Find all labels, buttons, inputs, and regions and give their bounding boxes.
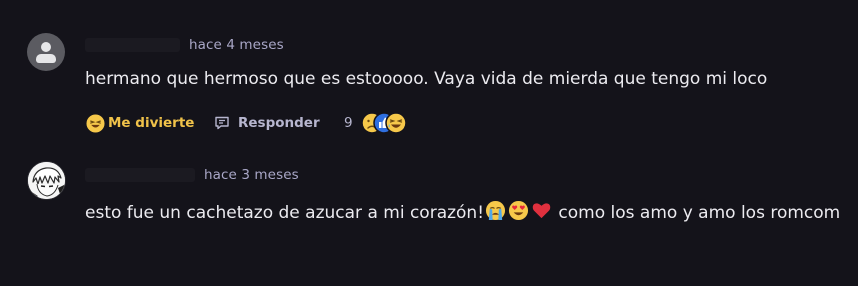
- reply-label: Responder: [238, 115, 320, 131]
- red-heart-icon: [531, 200, 552, 226]
- user-avatar[interactable]: [27, 33, 65, 71]
- comment-text: esto fue un cachetazo de azucar a mi cor…: [85, 200, 840, 226]
- comment: hace 4 meses hermano que hermoso que es …: [0, 0, 858, 150]
- user-avatar[interactable]: [27, 161, 66, 200]
- laughing-face-icon: [385, 112, 407, 134]
- heart-eyes-icon: [508, 200, 529, 226]
- comment-bubble-icon: [215, 116, 229, 130]
- default-user-icon: [41, 42, 51, 52]
- reply-button[interactable]: Responder: [214, 112, 320, 134]
- comment-text-part: esto fue un cachetazo de azucar a mi cor…: [85, 203, 485, 223]
- username-hidden[interactable]: [85, 38, 180, 52]
- comment-timestamp: hace 3 meses: [204, 167, 299, 183]
- crying-face-icon: [485, 200, 506, 226]
- reaction-summary[interactable]: [361, 112, 409, 134]
- comment-timestamp: hace 4 meses: [189, 37, 284, 53]
- reaction-label: Me divierte: [108, 115, 195, 131]
- comment-text: hermano que hermoso que es estooooo. Vay…: [85, 69, 768, 89]
- comments-section: hace 4 meses hermano que hermoso que es …: [0, 0, 858, 286]
- anime-avatar-icon: [28, 162, 65, 199]
- comment: hace 3 meses esto fue un cachetazo de az…: [0, 150, 858, 286]
- reaction-count[interactable]: 9: [344, 115, 353, 131]
- laughing-face-icon: [86, 113, 105, 133]
- reaction-button[interactable]: Me divierte: [86, 112, 194, 134]
- username-hidden[interactable]: [85, 168, 195, 182]
- comment-text-part: como los amo y amo los romcom: [553, 203, 841, 223]
